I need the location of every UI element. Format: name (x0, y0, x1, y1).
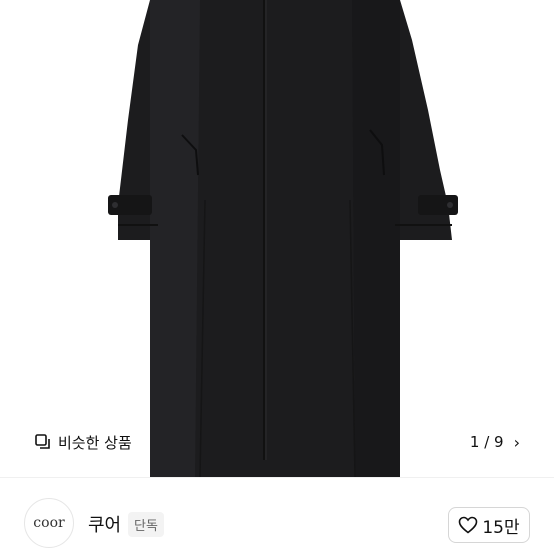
similar-products-button[interactable]: 비슷한 상품 (24, 426, 144, 458)
coat-illustration (108, 0, 458, 477)
similar-products-label: 비슷한 상품 (58, 433, 132, 452)
chevron-right-icon[interactable]: › (514, 433, 520, 452)
store-name[interactable]: 쿠어 (88, 511, 121, 537)
heart-icon (459, 516, 478, 534)
product-image[interactable] (0, 0, 554, 477)
exclusive-badge: 단독 (128, 512, 164, 537)
like-count: 15만 (482, 517, 520, 538)
like-button[interactable]: 15만 (448, 507, 530, 543)
similar-products-icon (35, 434, 50, 449)
store-logo[interactable]: coor (24, 498, 74, 548)
image-counter[interactable]: 1 / 9 › (456, 426, 530, 458)
image-counter-label: 1 / 9 (469, 433, 504, 451)
store-logo-text: coor (33, 515, 65, 531)
